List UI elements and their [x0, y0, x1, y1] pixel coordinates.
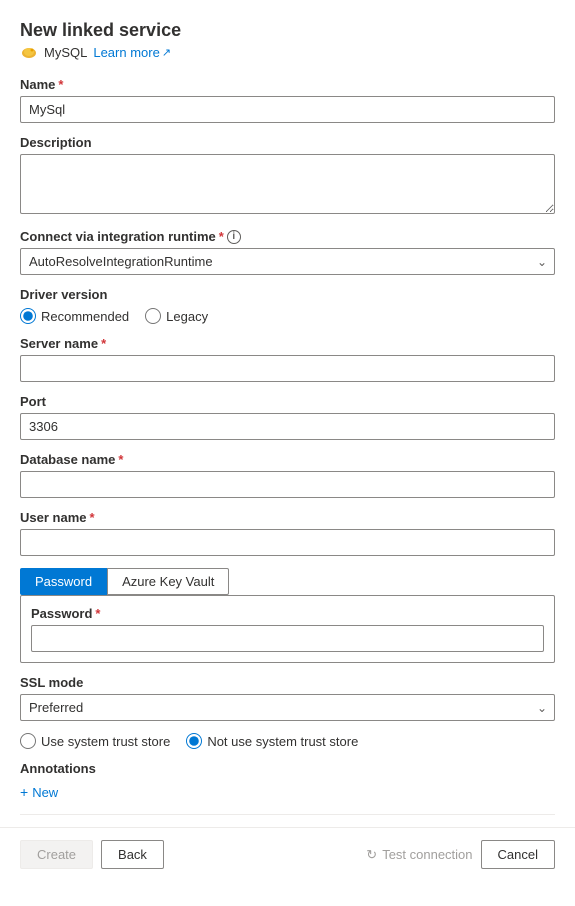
- driver-recommended-option[interactable]: Recommended: [20, 308, 129, 324]
- driver-version-radio-group: Recommended Legacy: [20, 308, 555, 324]
- database-name-label: Database name *: [20, 452, 555, 467]
- test-connection-label: Test connection: [382, 847, 472, 862]
- user-name-input[interactable]: [20, 529, 555, 556]
- name-label: Name *: [20, 77, 555, 92]
- ssl-mode-select-wrapper: Preferred Required Disabled VerifyCA Ver…: [20, 694, 555, 721]
- connect-runtime-label: Connect via integration runtime * i: [20, 229, 555, 244]
- not-use-system-trust-store-option[interactable]: Not use system trust store: [186, 733, 358, 749]
- plus-icon: +: [20, 784, 28, 800]
- user-name-required-marker: *: [89, 510, 94, 525]
- connect-required-marker: *: [219, 229, 224, 244]
- driver-recommended-radio[interactable]: [20, 308, 36, 324]
- server-name-label: Server name *: [20, 336, 555, 351]
- mysql-icon: [20, 43, 38, 61]
- password-input[interactable]: [31, 625, 544, 652]
- test-connection-icon: ↻: [366, 847, 377, 863]
- new-annotation-label: New: [32, 785, 58, 800]
- driver-legacy-radio[interactable]: [145, 308, 161, 324]
- use-system-trust-store-label: Use system trust store: [41, 734, 170, 749]
- driver-recommended-label: Recommended: [41, 309, 129, 324]
- footer-left: Create Back: [20, 840, 164, 869]
- connect-runtime-field-group: Connect via integration runtime * i Auto…: [20, 229, 555, 275]
- connect-info-icon[interactable]: i: [227, 230, 241, 244]
- external-link-icon: ↗: [162, 46, 171, 59]
- auth-tab-group: Password Azure Key Vault Password *: [20, 568, 555, 663]
- name-field-group: Name *: [20, 77, 555, 123]
- divider: [20, 814, 555, 815]
- not-use-system-trust-store-radio[interactable]: [186, 733, 202, 749]
- port-label: Port: [20, 394, 555, 409]
- driver-legacy-label: Legacy: [166, 309, 208, 324]
- annotations-label: Annotations: [20, 761, 555, 776]
- user-name-label: User name *: [20, 510, 555, 525]
- database-name-required-marker: *: [118, 452, 123, 467]
- trust-store-radio-group: Use system trust store Not use system tr…: [20, 733, 555, 749]
- name-input[interactable]: [20, 96, 555, 123]
- password-box: Password *: [20, 595, 555, 663]
- server-name-field-group: Server name *: [20, 336, 555, 382]
- driver-version-label: Driver version: [20, 287, 555, 302]
- password-inner-label: Password *: [31, 606, 544, 621]
- learn-more-link[interactable]: Learn more ↗: [93, 45, 171, 60]
- password-tab[interactable]: Password: [20, 568, 107, 595]
- server-name-required-marker: *: [101, 336, 106, 351]
- subtitle-text: MySQL: [44, 45, 87, 60]
- connect-runtime-select[interactable]: AutoResolveIntegrationRuntime: [20, 248, 555, 275]
- azure-key-vault-tab[interactable]: Azure Key Vault: [107, 568, 229, 595]
- port-field-group: Port: [20, 394, 555, 440]
- connect-runtime-select-wrapper: AutoResolveIntegrationRuntime ⌄: [20, 248, 555, 275]
- learn-more-text: Learn more: [93, 45, 159, 60]
- new-annotation-button[interactable]: + New: [20, 780, 58, 804]
- port-input[interactable]: [20, 413, 555, 440]
- password-required-marker: *: [95, 606, 100, 621]
- trust-store-field-group: Use system trust store Not use system tr…: [20, 733, 555, 749]
- back-button[interactable]: Back: [101, 840, 164, 869]
- ssl-mode-field-group: SSL mode Preferred Required Disabled Ver…: [20, 675, 555, 721]
- database-name-input[interactable]: [20, 471, 555, 498]
- database-name-field-group: Database name *: [20, 452, 555, 498]
- test-connection-button[interactable]: ↻ Test connection: [366, 847, 472, 863]
- not-use-system-trust-store-label: Not use system trust store: [207, 734, 358, 749]
- description-label: Description: [20, 135, 555, 150]
- driver-legacy-option[interactable]: Legacy: [145, 308, 208, 324]
- description-input[interactable]: [20, 154, 555, 214]
- name-required-marker: *: [58, 77, 63, 92]
- footer: Create Back ↻ Test connection Cancel: [0, 827, 575, 881]
- cancel-button[interactable]: Cancel: [481, 840, 555, 869]
- annotations-section: Annotations + New: [20, 761, 555, 804]
- user-name-field-group: User name *: [20, 510, 555, 556]
- description-field-group: Description: [20, 135, 555, 217]
- ssl-mode-label: SSL mode: [20, 675, 555, 690]
- create-button[interactable]: Create: [20, 840, 93, 869]
- use-system-trust-store-radio[interactable]: [20, 733, 36, 749]
- auth-tab-row: Password Azure Key Vault: [20, 568, 555, 595]
- use-system-trust-store-option[interactable]: Use system trust store: [20, 733, 170, 749]
- driver-version-field-group: Driver version Recommended Legacy: [20, 287, 555, 324]
- page-title: New linked service: [20, 20, 555, 41]
- footer-right: ↻ Test connection Cancel: [366, 840, 555, 869]
- ssl-mode-select[interactable]: Preferred Required Disabled VerifyCA Ver…: [20, 694, 555, 721]
- server-name-input[interactable]: [20, 355, 555, 382]
